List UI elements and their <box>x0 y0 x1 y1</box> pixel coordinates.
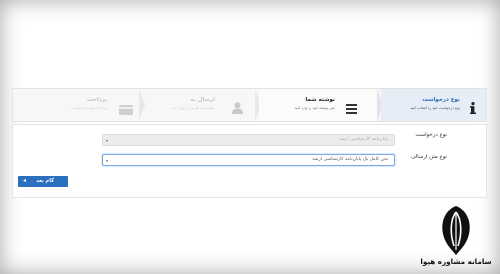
quill-logo-icon <box>442 206 470 255</box>
step-your-text[interactable]: نوشته شما متن نوشته خود را وارد کنید <box>259 89 377 121</box>
chevron-down-icon: ▾ <box>106 158 109 163</box>
step-title: نوشته شما <box>305 97 335 103</box>
step-title: پرداخت <box>87 97 107 103</box>
user-icon <box>232 99 243 118</box>
request-type-value: پایان‌نامه کارشناسی ارشد <box>338 137 388 142</box>
list-icon <box>346 99 357 118</box>
request-type-select[interactable]: پایان‌نامه کارشناسی ارشد ▾ <box>102 134 395 146</box>
step-subtitle: پرداخت هزینه درخواست <box>70 106 107 110</box>
step-subtitle: نوع درخواست خود را انتخاب کنید <box>410 106 460 110</box>
next-step-label: گام بعد <box>36 178 54 184</box>
text-type-value: متن کامل یک پایان‌نامه کارشناسی ارشد <box>312 157 388 162</box>
next-step-button[interactable]: ◂ گام بعد <box>18 176 68 187</box>
arrow-left-icon: ◂ <box>23 177 27 184</box>
step-subtitle: مشخصات گیرنده را وارد کنید <box>171 106 215 110</box>
text-type-label: نوع متن ارسالی <box>411 154 447 160</box>
text-type-select[interactable]: متن کامل یک پایان‌نامه کارشناسی ارشد ▾ <box>102 154 395 166</box>
request-type-label: نوع درخواست <box>415 132 447 138</box>
step-title: نوع درخواست <box>422 97 460 103</box>
credit-card-icon <box>119 100 133 119</box>
watermark-logo: سامانه مشاوره هپوا <box>420 200 492 270</box>
step-send-to[interactable]: ارسال به مشخصات گیرنده را وارد کنید <box>143 89 255 121</box>
step-subtitle: متن نوشته خود را وارد کنید <box>294 106 335 110</box>
watermark-text: سامانه مشاوره هپوا <box>420 257 492 266</box>
screenshot-frame: پرداخت پرداخت هزینه درخواست ارسال به مشخ… <box>0 0 500 274</box>
step-request-type[interactable]: نوع درخواست نوع درخواست خود را انتخاب کن… <box>381 89 486 121</box>
step-payment[interactable]: پرداخت پرداخت هزینه درخواست <box>33 89 139 121</box>
chevron-down-icon: ▾ <box>106 138 109 143</box>
wizard-steps-bar: پرداخت پرداخت هزینه درخواست ارسال به مشخ… <box>12 88 487 122</box>
info-icon <box>470 99 476 118</box>
step-title: ارسال به <box>190 97 215 103</box>
